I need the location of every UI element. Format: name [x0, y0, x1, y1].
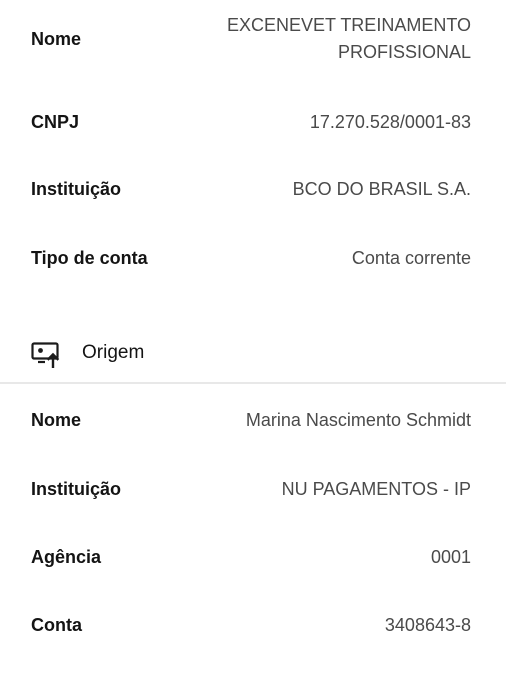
detail-row-institution: Instituição BCO DO BRASIL S.A. [0, 177, 506, 207]
detail-row-cnpj: CNPJ 17.270.528/0001-83 [0, 110, 506, 140]
row-label: Instituição [31, 479, 122, 499]
row-label: Tipo de conta [31, 248, 148, 268]
row-value: BCO DO BRASIL S.A. [292, 179, 471, 199]
section-divider [0, 382, 506, 384]
destination-details: Nome EXCENEVET TREINAMENTO PROFISSIONAL … [0, 0, 506, 300]
screen-upload-icon [31, 342, 61, 369]
row-value: 3408643-8 [384, 615, 471, 635]
row-value: 0001 [430, 547, 471, 567]
detail-row-name: Nome EXCENEVET TREINAMENTO PROFISSIONAL [0, 12, 506, 68]
row-value: 17.270.528/0001-83 [309, 112, 471, 132]
origin-header: Origem [0, 342, 506, 372]
detail-row-agency: Agência 0001 [0, 545, 506, 575]
row-value: Marina Nascimento Schmidt [245, 410, 471, 430]
detail-row-name: Nome Marina Nascimento Schmidt [0, 408, 506, 438]
origin-details: Nome Marina Nascimento Schmidt Instituiç… [0, 390, 506, 675]
row-label: Nome [31, 29, 82, 49]
row-value: Conta corrente [351, 248, 471, 268]
row-label: Agência [31, 547, 102, 567]
row-value: NU PAGAMENTOS - IP [281, 479, 471, 499]
detail-row-account-type: Tipo de conta Conta corrente [0, 246, 506, 276]
row-label: Nome [31, 410, 82, 430]
section-title: Origem [82, 342, 145, 363]
detail-row-institution: Instituição NU PAGAMENTOS - IP [0, 477, 506, 507]
row-label: Instituição [31, 179, 122, 199]
row-value: EXCENEVET TREINAMENTO PROFISSIONAL [226, 15, 471, 62]
row-label: Conta [31, 615, 82, 635]
row-label: CNPJ [31, 112, 80, 132]
detail-row-account: Conta 3408643-8 [0, 613, 506, 643]
